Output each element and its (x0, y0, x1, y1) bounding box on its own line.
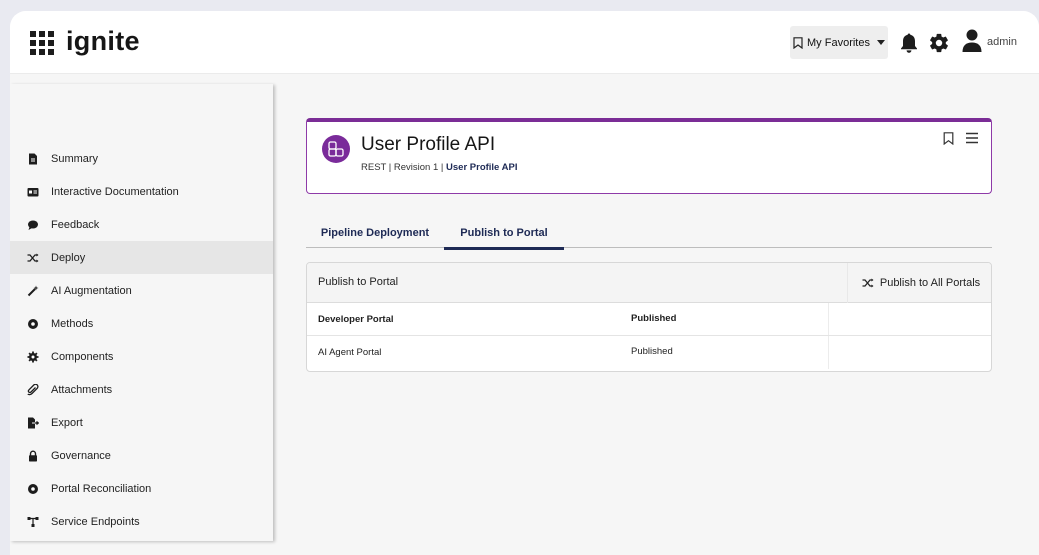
sidebar-item-interactive-documentation[interactable]: Interactive Documentation (10, 175, 273, 208)
sidebar-item-label: Summary (51, 152, 99, 165)
bookmark-icon (793, 36, 803, 49)
chat-bubble-icon (26, 218, 40, 232)
api-subtitle-link[interactable]: User Profile API (446, 162, 517, 173)
sidebar-item-methods[interactable]: Methods (10, 307, 273, 340)
bell-icon[interactable] (899, 32, 919, 54)
sidebar-item-components[interactable]: Components (10, 340, 273, 373)
sidebar: Summary Interactive Documentation Feedba… (10, 84, 273, 541)
sidebar-item-label: Export (51, 416, 83, 429)
sidebar-item-governance[interactable]: Governance (10, 439, 273, 472)
app-window: ignite My Favorites admin Summary Intera… (10, 11, 1039, 555)
sidebar-item-export[interactable]: Export (10, 406, 273, 439)
sidebar-item-label: Deploy (51, 251, 86, 264)
sidebar-item-ai-augmentation[interactable]: AI Augmentation (10, 274, 273, 307)
tab-publish-to-portal[interactable]: Publish to Portal (444, 218, 564, 250)
user-avatar-icon[interactable] (961, 28, 983, 54)
brand-logo[interactable]: ignite (66, 26, 140, 57)
api-type-icon (322, 135, 350, 163)
document-icon (26, 152, 40, 166)
tab-bar: Pipeline Deployment Publish to Portal (306, 218, 992, 250)
api-subtitle-meta: REST | Revision 1 | (361, 162, 447, 173)
sidebar-item-deploy[interactable]: Deploy (10, 241, 273, 274)
sidebar-item-portal-reconciliation[interactable]: Portal Reconciliation (10, 472, 273, 505)
shuffle-icon (26, 251, 40, 265)
file-export-icon (26, 416, 40, 430)
portal-status: Published (631, 346, 673, 357)
portal-name: AI Agent Portal (318, 347, 382, 358)
user-name-label[interactable]: admin (987, 36, 1017, 48)
sidebar-item-summary[interactable]: Summary (10, 142, 273, 175)
sidebar-item-service-endpoints[interactable]: Service Endpoints (10, 505, 273, 538)
portal-status: Published (631, 313, 677, 324)
tab-pipeline-deployment[interactable]: Pipeline Deployment (306, 218, 444, 248)
settings-gear-icon[interactable] (928, 32, 950, 54)
api-title: User Profile API (361, 134, 496, 155)
column-divider (828, 336, 829, 369)
api-subtitle: REST | Revision 1 | User Profile API (361, 162, 517, 173)
lock-icon (26, 449, 40, 463)
sidebar-item-label: Attachments (51, 383, 113, 396)
sidebar-item-label: Components (51, 350, 114, 363)
sidebar-item-feedback[interactable]: Feedback (10, 208, 273, 241)
table-title: Publish to Portal (318, 276, 399, 288)
shuffle-icon (862, 278, 874, 288)
table-row: Developer Portal Published (307, 303, 991, 336)
my-favorites-button[interactable]: My Favorites (790, 26, 888, 59)
circle-dot-icon (26, 317, 40, 331)
top-bar: ignite My Favorites admin (10, 11, 1039, 74)
bookmark-icon[interactable] (943, 132, 954, 145)
table-row: AI Agent Portal Published (307, 336, 991, 369)
main-content: User Profile API REST | Revision 1 | Use… (273, 74, 1039, 555)
api-header-card: User Profile API REST | Revision 1 | Use… (306, 118, 992, 194)
sidebar-item-label: AI Augmentation (51, 284, 132, 297)
publish-all-portals-button[interactable]: Publish to All Portals (847, 263, 991, 303)
chevron-down-icon (876, 40, 885, 45)
sidebar-item-label: Feedback (51, 218, 100, 231)
cog-small-icon (26, 350, 40, 364)
app-launcher-icon[interactable] (30, 31, 54, 55)
sidebar-item-label: Interactive Documentation (51, 185, 179, 198)
column-divider (828, 303, 829, 335)
sidebar-item-attachments[interactable]: Attachments (10, 373, 273, 406)
circle-dot-icon (26, 482, 40, 496)
portal-name: Developer Portal (318, 314, 394, 325)
sidebar-item-label: Governance (51, 449, 111, 462)
publish-portal-table: Publish to Portal Publish to All Portals… (306, 262, 992, 372)
network-icon (26, 515, 40, 529)
id-card-icon (26, 185, 40, 199)
table-header: Publish to Portal Publish to All Portals (307, 263, 991, 303)
magic-wand-icon (26, 284, 40, 298)
publish-all-label: Publish to All Portals (879, 277, 981, 289)
paperclip-icon (26, 383, 40, 397)
sidebar-item-label: Portal Reconciliation (51, 482, 152, 495)
sidebar-item-label: Service Endpoints (51, 515, 140, 528)
hamburger-menu-icon[interactable] (965, 132, 979, 144)
sidebar-item-label: Methods (51, 317, 94, 330)
my-favorites-label: My Favorites (807, 36, 870, 49)
